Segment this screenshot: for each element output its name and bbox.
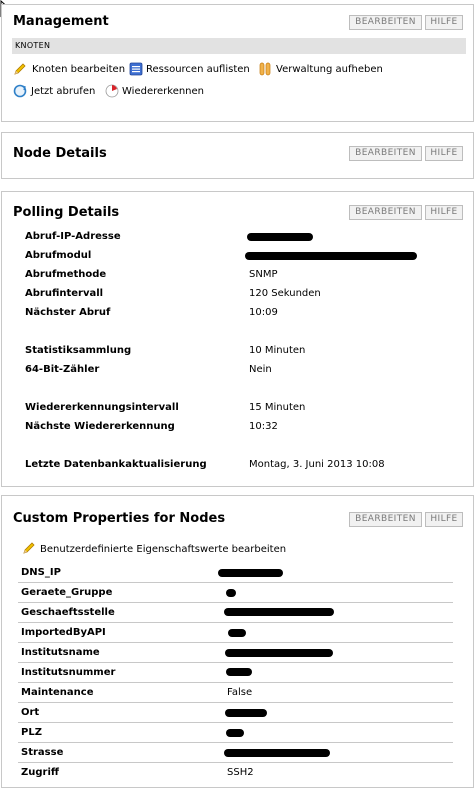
property-name: DNS_IP [21,567,61,578]
edit-custom-properties-label: Benutzerdefinierte Eigenschaftswerte bea… [40,544,287,555]
polling-value-method: SNMP [249,269,278,280]
property-name: ImportedByAPI [21,627,106,638]
help-button[interactable]: HILFE [425,146,463,161]
polling-label-statistics: Statistiksammlung [25,345,132,356]
polling-label-last-db-update: Letzte Datenbankaktualisierung [25,459,207,470]
node-details-panel: Node Details BEARBEITEN HILFE [1,132,474,179]
management-panel: Management BEARBEITEN HILFE KNOTEN Knote… [1,4,474,122]
redaction-mark [225,649,333,657]
table-row: Zugriff SSH2 [18,763,453,783]
polling-value-last-db-update: Montag, 3. Juni 2013 10:08 [249,459,385,470]
table-row: Institutsnummer [18,663,453,683]
redaction-mark [224,608,334,616]
edit-button[interactable]: BEARBEITEN [349,146,422,161]
table-row: ImportedByAPI [18,623,453,643]
table-row: Institutsname [18,643,453,663]
redaction-mark [218,569,283,577]
polling-value-rediscovery-interval: 15 Minuten [249,402,306,413]
polling-value-64bit-counter: Nein [249,364,272,375]
help-button[interactable]: HILFE [425,205,463,220]
redaction-mark [245,252,417,260]
pause-icon [259,62,271,76]
polling-value-next-poll: 10:09 [249,307,278,318]
unmanage-label: Verwaltung aufheben [276,64,383,75]
polling-label-next-rediscovery: Nächste Wiedererkennung [25,421,175,432]
table-row: DNS_IP [18,563,453,583]
redaction-mark [228,629,246,637]
list-resources-label: Ressourcen auflisten [146,64,250,75]
redaction-mark [224,749,330,757]
rediscover-icon [105,84,119,98]
polling-label-module: Abrufmodul [25,250,92,261]
table-row: Ort [18,703,453,723]
polling-value-next-rediscovery: 10:32 [249,421,278,432]
list-resources-action[interactable]: Ressourcen auflisten [129,62,252,78]
property-name: Geschaeftsstelle [21,607,115,618]
polling-label-rediscovery-interval: Wiedererkennungsintervall [25,402,179,413]
help-button[interactable]: HILFE [425,15,463,30]
property-name: Strasse [21,747,64,758]
section-header: KNOTEN [12,38,466,54]
property-name: Ort [21,707,40,718]
redaction-mark [225,709,267,717]
table-row: Maintenance False [18,683,453,703]
rediscover-action[interactable]: Wiedererkennen [105,84,205,100]
redaction-mark [226,668,252,676]
edit-button[interactable]: BEARBEITEN [349,205,422,220]
refresh-icon [13,84,27,98]
table-row: Strasse [18,743,453,763]
property-name: Institutsname [21,647,100,658]
panel-title: Node Details [13,146,107,161]
property-name: Geraete_Gruppe [21,587,113,598]
edit-custom-properties-link[interactable]: Benutzerdefinierte Eigenschaftswerte bea… [22,541,292,557]
panel-title: Custom Properties for Nodes [13,511,226,526]
polling-label-interval: Abrufintervall [25,288,104,299]
property-name: Institutsnummer [21,667,116,678]
pencil-icon [14,63,26,75]
property-value: False [227,687,253,698]
poll-now-action[interactable]: Jetzt abrufen [13,84,99,100]
edit-node-label: Knoten bearbeiten [32,64,126,75]
property-name: Zugriff [21,767,59,778]
table-row: Geschaeftsstelle [18,603,453,623]
property-name: PLZ [21,727,42,738]
panel-title: Management [13,14,109,29]
redaction-mark [226,589,236,597]
polling-value-interval: 120 Sekunden [249,288,321,299]
poll-now-label: Jetzt abrufen [31,86,96,97]
table-row: Geraete_Gruppe [18,583,453,603]
edit-button[interactable]: BEARBEITEN [349,15,422,30]
rediscover-label: Wiedererkennen [122,86,205,97]
edit-node-action[interactable]: Knoten bearbeiten [13,62,126,78]
list-icon [129,62,143,76]
help-button[interactable]: HILFE [425,512,463,527]
pencil-icon [23,542,35,554]
edit-button[interactable]: BEARBEITEN [349,512,422,527]
panel-title: Polling Details [13,205,120,220]
polling-label-64bit-counter: 64-Bit-Zähler [25,364,100,375]
redaction-mark [226,729,244,737]
property-name: Maintenance [21,687,94,698]
polling-value-statistics: 10 Minuten [249,345,306,356]
polling-label-ip-address: Abruf-IP-Adresse [25,231,121,242]
redaction-mark [247,233,313,241]
polling-label-method: Abrufmethode [25,269,107,280]
table-row: PLZ [18,723,453,743]
unmanage-action[interactable]: Verwaltung aufheben [258,62,388,78]
polling-label-next-poll: Nächster Abruf [25,307,111,318]
property-value: SSH2 [227,767,254,778]
